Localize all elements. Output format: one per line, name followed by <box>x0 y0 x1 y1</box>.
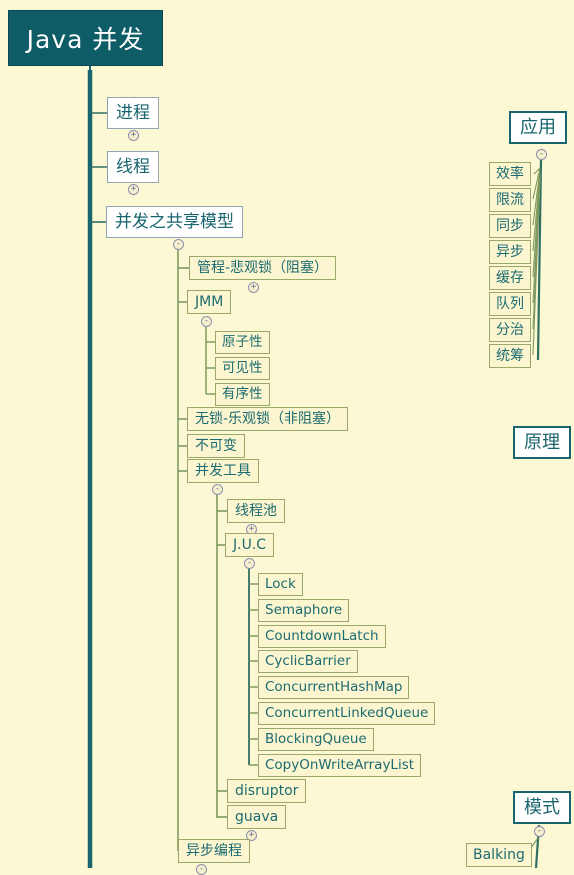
toggle-async-programming[interactable]: - <box>196 864 207 875</box>
node-label: 管程-悲观锁（阻塞） <box>197 260 329 276</box>
toggle-sign: - <box>246 557 253 568</box>
node-label: disruptor <box>235 783 299 799</box>
node-synchronous[interactable]: 同步 <box>489 214 531 238</box>
node-visibility[interactable]: 可见性 <box>215 357 270 380</box>
node-label: 队列 <box>496 296 524 312</box>
node-label: CyclicBarrier <box>265 652 351 669</box>
node-divide-and-conquer[interactable]: 分治 <box>489 318 531 342</box>
branch-principle[interactable]: 原理 <box>513 426 571 459</box>
node-thread[interactable]: 线程 <box>107 151 159 183</box>
node-asynchronous[interactable]: 异步 <box>489 240 531 264</box>
branch-label: 模式 <box>524 796 560 818</box>
node-immutable[interactable]: 不可变 <box>187 434 245 458</box>
node-rate-limiting[interactable]: 限流 <box>489 188 531 212</box>
toggle-monitor-pessimistic-lock[interactable]: + <box>248 282 259 293</box>
node-label: 线程池 <box>235 503 277 519</box>
toggle-sign: - <box>538 148 545 159</box>
root-label: Java 并发 <box>26 25 145 54</box>
toggle-application[interactable]: - <box>536 149 547 160</box>
node-label: JMM <box>195 294 224 310</box>
node-label: Balking <box>473 847 525 863</box>
node-thread-pool[interactable]: 线程池 <box>227 499 285 523</box>
node-coordination[interactable]: 统筹 <box>489 344 531 368</box>
node-label: 异步编程 <box>186 843 242 859</box>
node-concurrentlinkedqueue[interactable]: ConcurrentLinkedQueue <box>258 702 436 725</box>
node-balking[interactable]: Balking <box>466 843 532 867</box>
toggle-sign: - <box>198 863 205 874</box>
node-label: 原子性 <box>222 333 263 350</box>
branch-label: 应用 <box>520 116 556 138</box>
mindmap-canvas: Java 并发 进程 + 线程 + 并发之共享模型 - 管程-悲观锁（阻塞） +… <box>0 0 574 875</box>
branch-pattern[interactable]: 模式 <box>513 791 571 824</box>
node-label: ConcurrentHashMap <box>265 678 403 695</box>
node-lockfree-optimistic-lock[interactable]: 无锁-乐观锁（非阻塞） <box>187 407 349 431</box>
node-semaphore[interactable]: Semaphore <box>258 599 350 622</box>
node-label: 同步 <box>496 218 524 234</box>
node-process[interactable]: 进程 <box>107 97 159 129</box>
branch-application[interactable]: 应用 <box>509 111 567 144</box>
node-ordering[interactable]: 有序性 <box>215 383 270 406</box>
toggle-pattern[interactable]: - <box>534 826 545 837</box>
node-lock[interactable]: Lock <box>258 573 303 596</box>
node-countdownlatch[interactable]: CountdownLatch <box>258 625 386 648</box>
node-guava[interactable]: guava <box>227 805 287 829</box>
branch-label: 原理 <box>524 431 560 453</box>
node-async-programming[interactable]: 异步编程 <box>178 839 250 863</box>
node-label: ConcurrentLinkedQueue <box>265 704 429 721</box>
node-concurrenthashmap[interactable]: ConcurrentHashMap <box>258 676 410 699</box>
toggle-jmm[interactable]: - <box>201 316 212 327</box>
node-copyonwritearraylist[interactable]: CopyOnWriteArrayList <box>258 754 422 777</box>
node-cyclicbarrier[interactable]: CyclicBarrier <box>258 650 358 673</box>
node-disruptor[interactable]: disruptor <box>227 779 307 803</box>
node-label: CountdownLatch <box>265 627 379 644</box>
node-label: Semaphore <box>265 601 343 618</box>
node-label: 线程 <box>116 156 150 177</box>
node-label: guava <box>235 809 279 825</box>
node-label: Lock <box>265 575 296 592</box>
toggle-juc[interactable]: - <box>244 558 255 569</box>
node-label: 效率 <box>496 166 524 182</box>
toggle-sign: + <box>130 183 137 194</box>
node-label: 无锁-乐观锁（非阻塞） <box>195 411 341 427</box>
toggle-sign: - <box>175 238 182 249</box>
node-label: 限流 <box>496 192 524 208</box>
toggle-thread[interactable]: + <box>128 184 139 195</box>
node-label: BlockingQueue <box>265 730 367 747</box>
node-label: 可见性 <box>222 359 263 376</box>
root-node[interactable]: Java 并发 <box>8 10 163 66</box>
toggle-shared-memory-model[interactable]: - <box>173 239 184 250</box>
node-shared-memory-model[interactable]: 并发之共享模型 <box>106 206 243 238</box>
node-label: J.U.C <box>233 537 267 553</box>
node-cache[interactable]: 缓存 <box>489 266 531 290</box>
node-queue[interactable]: 队列 <box>489 292 531 316</box>
toggle-sign: - <box>536 825 543 836</box>
node-label: 不可变 <box>195 438 237 454</box>
node-blockingqueue[interactable]: BlockingQueue <box>258 728 374 751</box>
node-monitor-pessimistic-lock[interactable]: 管程-悲观锁（阻塞） <box>189 256 337 280</box>
node-label: 并发工具 <box>195 463 251 479</box>
node-atomicity[interactable]: 原子性 <box>215 331 270 354</box>
node-label: 异步 <box>496 244 524 260</box>
node-jmm[interactable]: JMM <box>187 290 232 314</box>
toggle-concurrency-tools[interactable]: - <box>212 484 223 495</box>
node-label: 并发之共享模型 <box>115 211 234 232</box>
toggle-sign: - <box>214 483 221 494</box>
node-label: 分治 <box>496 322 524 338</box>
node-label: 缓存 <box>496 270 524 286</box>
node-efficiency[interactable]: 效率 <box>489 162 531 186</box>
toggle-sign: + <box>130 129 137 140</box>
toggle-process[interactable]: + <box>128 130 139 141</box>
toggle-sign: + <box>250 281 257 292</box>
toggle-sign: - <box>203 315 210 326</box>
node-juc[interactable]: J.U.C <box>225 533 275 557</box>
node-label: CopyOnWriteArrayList <box>265 756 415 773</box>
node-label: 进程 <box>116 102 150 123</box>
node-label: 统筹 <box>496 348 524 364</box>
node-label: 有序性 <box>222 385 263 402</box>
node-concurrency-tools[interactable]: 并发工具 <box>187 459 259 483</box>
